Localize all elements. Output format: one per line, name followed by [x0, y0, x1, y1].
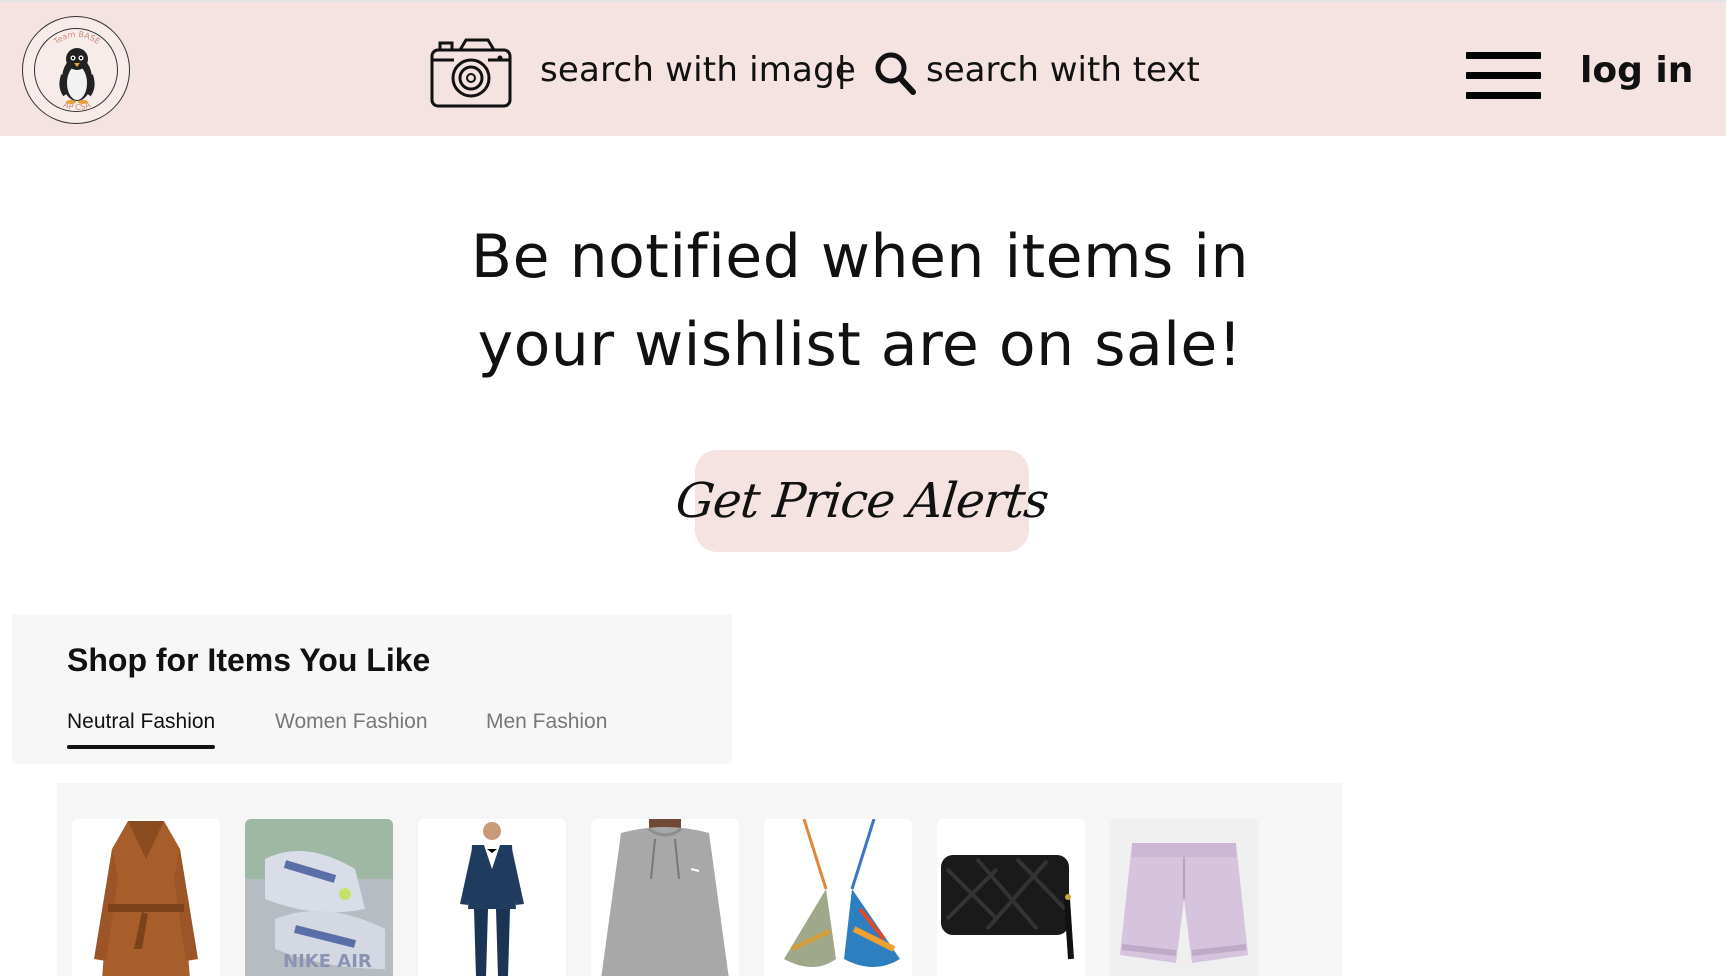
- search-with-image-link[interactable]: search with image: [540, 50, 856, 90]
- cta-label: Get Price Alerts: [673, 473, 1051, 529]
- svg-text:Team BASE: Team BASE: [51, 30, 101, 47]
- shorts-image: [1110, 819, 1258, 976]
- bag-image: [937, 819, 1085, 976]
- menu-bar: [1466, 72, 1541, 79]
- bikini-image: [764, 819, 912, 976]
- shop-panel: Shop for Items You Like Neutral Fashion …: [12, 614, 732, 764]
- product-card-sneakers[interactable]: NIKE AIR: [245, 819, 393, 976]
- tab-men-fashion[interactable]: Men Fashion: [486, 710, 607, 734]
- menu-bar: [1466, 92, 1541, 99]
- menu-bar: [1466, 52, 1541, 59]
- team-base-logo[interactable]: Team BASE AP CSA: [22, 16, 130, 124]
- product-card-bag[interactable]: [937, 819, 1085, 976]
- svg-text:NIKE AIR: NIKE AIR: [283, 951, 372, 972]
- sneakers-image: NIKE AIR: [245, 819, 393, 976]
- product-card-bikini[interactable]: [764, 819, 912, 976]
- top-nav-bar: Team BASE AP CSA search with image | sea…: [0, 0, 1726, 136]
- search-icon[interactable]: [873, 50, 917, 96]
- get-price-alerts-button[interactable]: Get Price Alerts: [673, 450, 1051, 552]
- penguin-icon: Team BASE AP CSA: [51, 30, 101, 112]
- tab-neutral-fashion[interactable]: Neutral Fashion: [67, 710, 216, 749]
- tab-women-fashion[interactable]: Women Fashion: [275, 710, 428, 734]
- product-card-coat[interactable]: [72, 819, 220, 976]
- nav-divider: |: [836, 50, 848, 90]
- logo-text-top: Team BASE: [51, 30, 101, 47]
- sweatshirt-image: [591, 819, 739, 976]
- hamburger-menu-icon[interactable]: [1466, 52, 1541, 102]
- hero-headline-line-2: your wishlist are on sale!: [477, 310, 1243, 380]
- product-card-tuxedo[interactable]: [418, 819, 566, 976]
- tuxedo-image: [418, 819, 566, 976]
- coat-image: [72, 819, 220, 976]
- login-button[interactable]: log in: [1580, 50, 1693, 91]
- hero-headline-line-1: Be notified when items in: [470, 222, 1250, 292]
- product-card-sweatshirt[interactable]: [591, 819, 739, 976]
- shop-section-title: Shop for Items You Like: [67, 642, 431, 678]
- search-with-text-link[interactable]: search with text: [926, 50, 1200, 90]
- camera-icon[interactable]: [430, 38, 512, 108]
- product-carousel: NIKE AIR: [57, 783, 1342, 976]
- product-card-shorts[interactable]: [1110, 819, 1258, 976]
